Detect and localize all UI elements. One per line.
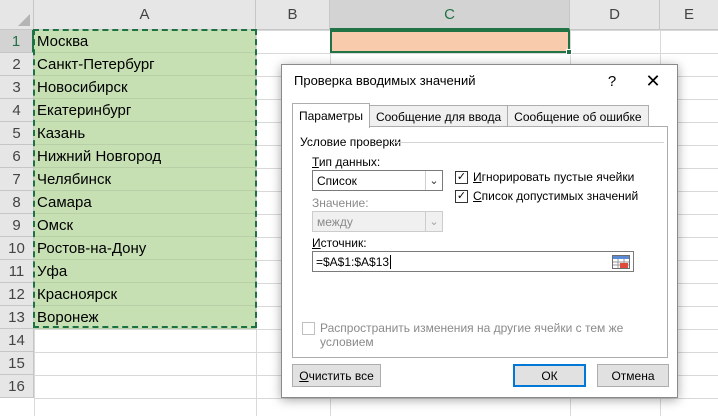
source-input[interactable]: =$A$1:$A$13 [312,251,634,272]
row-header-6[interactable]: 6 [0,145,34,168]
select-all-corner[interactable] [0,0,34,30]
row-header-10[interactable]: 10 [0,237,34,260]
data-type-label: Тип данных: [312,155,380,169]
chevron-down-icon: ⌄ [425,212,442,231]
fill-handle[interactable] [566,49,572,55]
chevron-down-icon[interactable]: ⌄ [425,171,442,190]
tab-error-alert[interactable]: Сообщение об ошибке [507,105,649,127]
close-icon[interactable]: ✕ [638,69,668,93]
group-divider [392,142,664,143]
data-type-label-text: ип данных: [318,155,381,169]
checkmark-icon[interactable]: ✓ [455,170,468,184]
apply-to-all-label: Распространить изменения на другие ячейк… [320,321,623,349]
clear-all-accel: О [299,368,309,383]
row-header-2[interactable]: 2 [0,53,34,76]
source-value: =$A$1:$A$13 [316,254,390,269]
column-header-b[interactable]: B [256,0,330,30]
row-header-11[interactable]: 11 [0,260,34,283]
row-header-9[interactable]: 9 [0,214,34,237]
cancel-button[interactable]: Отмена [597,364,669,387]
cell-a9[interactable]: Омск [34,214,256,237]
checkmark-icon[interactable]: ✓ [455,189,468,203]
column-header-c[interactable]: C [330,0,570,30]
cell-a10[interactable]: Ростов-на-Дону [34,237,256,260]
source-label-accel: И [312,236,321,250]
ignore-blank-label: Игнорировать пустые ячейки [473,170,634,184]
row-header-7[interactable]: 7 [0,168,34,191]
clear-all-text: чистить все [308,368,374,383]
cell-a11[interactable]: Уфа [34,260,256,283]
value-select: между ⌄ [312,211,443,232]
column-header-a[interactable]: A [34,0,256,30]
cell-c1-active[interactable] [330,30,572,55]
ignore-blank-accel: И [473,170,482,184]
cell-a8[interactable]: Самара [34,191,256,214]
in-cell-dropdown-accel: С [473,189,482,203]
row-header-14[interactable]: 14 [0,329,34,352]
cell-a7[interactable]: Челябинск [34,168,256,191]
cell-a3[interactable]: Новосибирск [34,76,256,99]
apply-to-all-line2: условием [320,335,374,349]
data-type-label-accel: Т [312,155,319,169]
dialog-title: Проверка вводимых значений [294,73,476,88]
row-header-15[interactable]: 15 [0,352,34,375]
cell-a5[interactable]: Казань [34,122,256,145]
help-button[interactable]: ? [597,69,627,93]
dialog-tabs: Параметры Сообщение для ввода Сообщение … [292,103,649,128]
row-header-13[interactable]: 13 [0,306,34,329]
ok-button[interactable]: ОК [513,364,586,387]
text-caret [390,254,392,269]
clear-all-button[interactable]: Очистить все [292,364,381,387]
in-cell-dropdown-text: писок допустимых значений [481,189,639,203]
value-label: Значение: [312,196,369,210]
data-validation-dialog: Проверка вводимых значений ? ✕ Параметры… [281,64,678,398]
data-type-value: Список [317,173,357,188]
ignore-blank-text: гнорировать пустые ячейки [481,170,635,184]
cell-a4[interactable]: Екатеринбург [34,99,256,122]
apply-to-all-checkbox: Распространить изменения на другие ячейк… [302,321,623,349]
apply-to-all-line1: Распространить изменения на другие ячейк… [320,321,624,335]
cell-a6[interactable]: Нижний Новгород [34,145,256,168]
checkbox-empty-icon [302,322,315,335]
in-cell-dropdown-checkbox[interactable]: ✓ Список допустимых значений [455,189,638,203]
select-all-triangle-icon [18,14,30,26]
cell-a12[interactable]: Красноярск [34,283,256,306]
tab-settings[interactable]: Параметры [292,103,370,128]
value-select-value: между [317,214,353,229]
source-label-text: сточник: [320,236,367,250]
row-header-1[interactable]: 1 [0,30,34,53]
row-header-8[interactable]: 8 [0,191,34,214]
row-header-16[interactable]: 16 [0,375,34,398]
tab-input-message[interactable]: Сообщение для ввода [368,105,509,127]
cell-a2[interactable]: Санкт-Петербург [34,53,256,76]
row-header-4[interactable]: 4 [0,99,34,122]
data-type-select[interactable]: Список ⌄ [312,170,443,191]
row-header-5[interactable]: 5 [0,122,34,145]
cell-a13[interactable]: Воронеж [34,306,256,329]
gridline [256,30,257,416]
column-header-d[interactable]: D [570,0,660,30]
group-title: Условие проверки [300,135,406,149]
source-label: Источник: [312,236,367,250]
column-header-e[interactable]: E [660,0,718,30]
ignore-blank-checkbox[interactable]: ✓ Игнорировать пустые ячейки [455,170,634,184]
row-header-12[interactable]: 12 [0,283,34,306]
in-cell-dropdown-label: Список допустимых значений [473,189,638,203]
row-header-3[interactable]: 3 [0,76,34,99]
collapse-dialog-icon[interactable] [610,253,632,270]
cell-a1[interactable]: Москва [34,30,256,53]
